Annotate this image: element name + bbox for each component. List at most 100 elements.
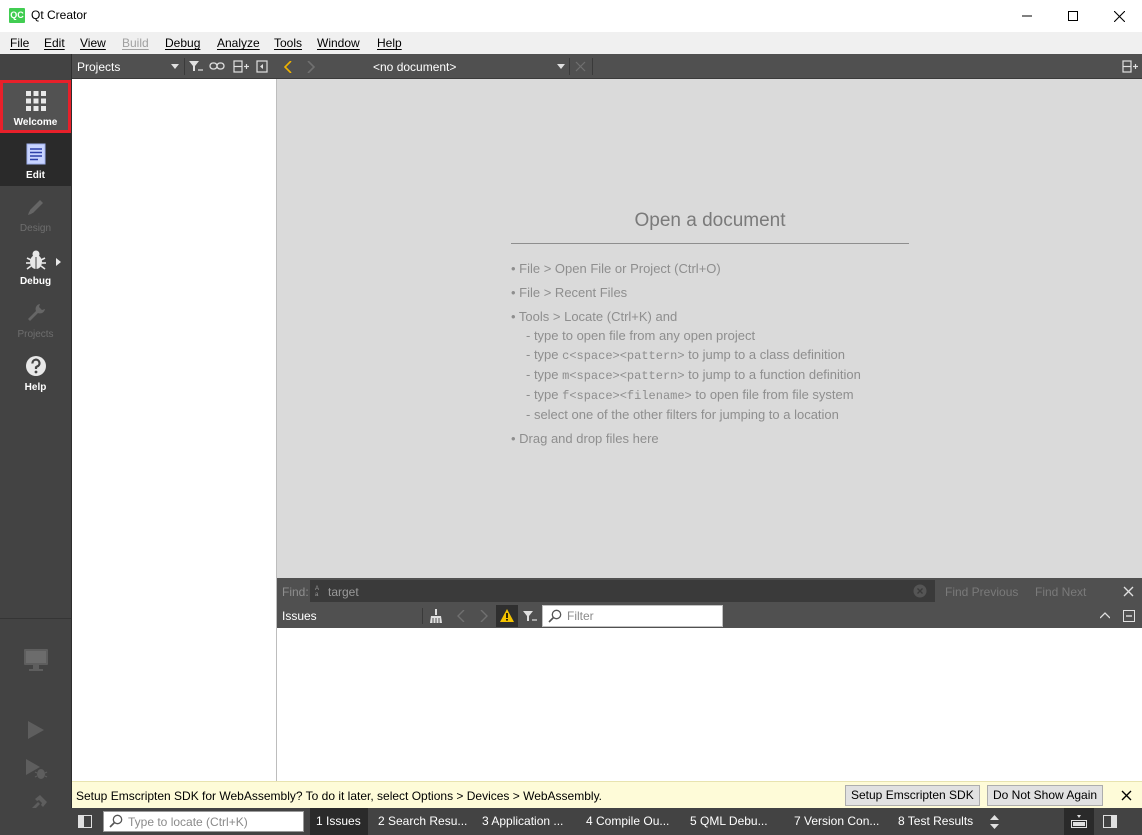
hint-code: m<space><pattern>: [562, 369, 685, 383]
output-pane-application-output-button[interactable]: 3 Application ...: [476, 808, 576, 835]
info-bar: Setup Emscripten SDK for WebAssembly? To…: [72, 781, 1142, 808]
submenu-arrow-icon: [56, 258, 61, 266]
find-next-button[interactable]: Find Next: [1035, 585, 1086, 599]
case-options-icon[interactable]: A a: [315, 584, 322, 597]
output-pane-version-control-button[interactable]: 7 Version Con...: [788, 808, 888, 835]
close-document-icon[interactable]: [575, 61, 586, 72]
previous-item-icon[interactable]: [457, 610, 465, 622]
mode-debug-button[interactable]: Debug: [0, 239, 71, 292]
title-bar: QC Qt Creator: [0, 0, 1142, 32]
progress-details-toggle[interactable]: [1064, 808, 1094, 835]
output-pane-issues-button[interactable]: 1 Issues: [310, 808, 368, 835]
toolbar-separator: [184, 58, 185, 75]
show-warnings-toggle[interactable]: [496, 605, 518, 627]
menu-file[interactable]: File: [10, 36, 29, 50]
hint-function-definition: - type m<space><pattern> to jump to a fu…: [526, 367, 861, 383]
filter-icon[interactable]: [189, 60, 203, 73]
mode-design-button[interactable]: Design: [0, 186, 71, 239]
output-pane-qml-debugger-button[interactable]: 5 QML Debu...: [684, 808, 784, 835]
split-icon[interactable]: [233, 60, 249, 73]
projects-view-selector[interactable]: Projects: [77, 60, 120, 74]
link-icon[interactable]: [209, 60, 225, 73]
projects-pane-header: Projects: [72, 54, 277, 79]
warning-icon: [500, 609, 514, 622]
projects-tree[interactable]: [72, 79, 277, 781]
locator-field[interactable]: [103, 811, 304, 832]
split-editor-icon[interactable]: [1122, 60, 1138, 73]
clear-input-icon[interactable]: [913, 584, 927, 598]
close-info-bar-icon[interactable]: [1121, 790, 1132, 801]
output-pane-search-results-button[interactable]: 2 Search Resu...: [372, 808, 472, 835]
hint-text: - type: [526, 347, 563, 362]
menu-tools[interactable]: Tools: [274, 36, 302, 50]
menu-view[interactable]: View: [80, 36, 106, 50]
close-window-button[interactable]: [1096, 0, 1142, 32]
close-sidebar-icon[interactable]: [256, 60, 268, 73]
menu-analyze[interactable]: Analyze: [217, 36, 260, 50]
issues-list[interactable]: [277, 628, 1142, 781]
menu-help[interactable]: Help: [377, 36, 402, 50]
locator-input[interactable]: [128, 813, 298, 830]
go-back-icon[interactable]: [284, 61, 292, 73]
info-bar-message: Setup Emscripten SDK for WebAssembly? To…: [76, 789, 603, 803]
hint-other-filters: - select one of the other filters for ju…: [526, 407, 839, 422]
hint-text: to open file from file system: [691, 387, 854, 402]
output-pane-test-results-button[interactable]: 8 Test Results: [892, 808, 984, 835]
document-selector[interactable]: <no document>: [373, 60, 456, 74]
search-icon: [548, 609, 562, 623]
run-icon[interactable]: [26, 720, 46, 740]
mode-label: Debug: [19, 276, 52, 287]
menu-edit[interactable]: Edit: [44, 36, 65, 50]
chevron-down-icon[interactable]: [557, 64, 565, 69]
setup-emscripten-button[interactable]: Setup Emscripten SDK: [845, 785, 980, 806]
minimize-button[interactable]: [1004, 0, 1050, 32]
menu-build[interactable]: Build: [122, 36, 149, 50]
kit-selector-monitor-icon[interactable]: [23, 648, 49, 672]
maximize-button[interactable]: [1050, 0, 1096, 32]
hint-code: c<space><pattern>: [562, 349, 685, 363]
menu-window[interactable]: Window: [317, 36, 360, 50]
start-debugging-icon[interactable]: [24, 758, 48, 780]
hint-open-file: • File > Open File or Project (Ctrl+O): [511, 261, 721, 276]
find-input[interactable]: A a target: [310, 580, 935, 602]
hint-locate: • Tools > Locate (Ctrl+K) and: [511, 309, 678, 324]
menu-debug[interactable]: Debug: [165, 36, 200, 50]
hint-text: - type: [526, 367, 563, 382]
pencil-icon: [28, 200, 43, 215]
more-panes-arrows-icon[interactable]: [990, 815, 999, 829]
grid-icon: [26, 91, 46, 111]
issues-filter-input[interactable]: [567, 608, 717, 624]
editor-area[interactable]: Open a document • File > Open File or Pr…: [277, 79, 1142, 578]
mode-label: Projects: [17, 329, 54, 340]
bug-icon: [26, 250, 46, 270]
mode-help-button[interactable]: Help: [0, 345, 71, 398]
help-icon: [26, 356, 46, 376]
output-pane-compile-output-button[interactable]: 4 Compile Ou...: [580, 808, 680, 835]
toolbar-separator: [569, 58, 570, 75]
next-item-icon[interactable]: [480, 610, 488, 622]
toggle-right-sidebar-icon[interactable]: [1103, 815, 1117, 828]
go-forward-icon[interactable]: [307, 61, 315, 73]
find-input-value: target: [328, 585, 359, 599]
filter-icon[interactable]: [523, 610, 537, 623]
close-icon: [1113, 10, 1125, 22]
svg-text:a: a: [315, 592, 319, 597]
toolbar-separator: [422, 608, 423, 624]
maximize-pane-icon[interactable]: [1100, 612, 1110, 619]
chevron-down-icon[interactable]: [171, 64, 179, 69]
mode-welcome-button[interactable]: Welcome: [0, 80, 71, 133]
mode-edit-button[interactable]: Edit: [0, 133, 71, 186]
maximize-icon: [1068, 11, 1078, 21]
hide-pane-icon[interactable]: [1123, 610, 1135, 622]
clean-icon[interactable]: [430, 609, 444, 623]
issues-filter-field[interactable]: [542, 605, 723, 627]
find-previous-button[interactable]: Find Previous: [945, 585, 1018, 599]
hint-text: to jump to a class definition: [684, 347, 845, 362]
hint-text: to jump to a function definition: [684, 367, 861, 382]
status-bar: 1 Issues 2 Search Resu... 3 Application …: [72, 808, 1142, 835]
close-find-icon[interactable]: [1123, 586, 1134, 597]
find-bar: Find: A a target Find Previous Find Next: [277, 578, 1142, 604]
toggle-sidebar-icon[interactable]: [78, 815, 92, 828]
mode-projects-button[interactable]: Projects: [0, 292, 71, 345]
do-not-show-again-button[interactable]: Do Not Show Again: [987, 785, 1104, 806]
